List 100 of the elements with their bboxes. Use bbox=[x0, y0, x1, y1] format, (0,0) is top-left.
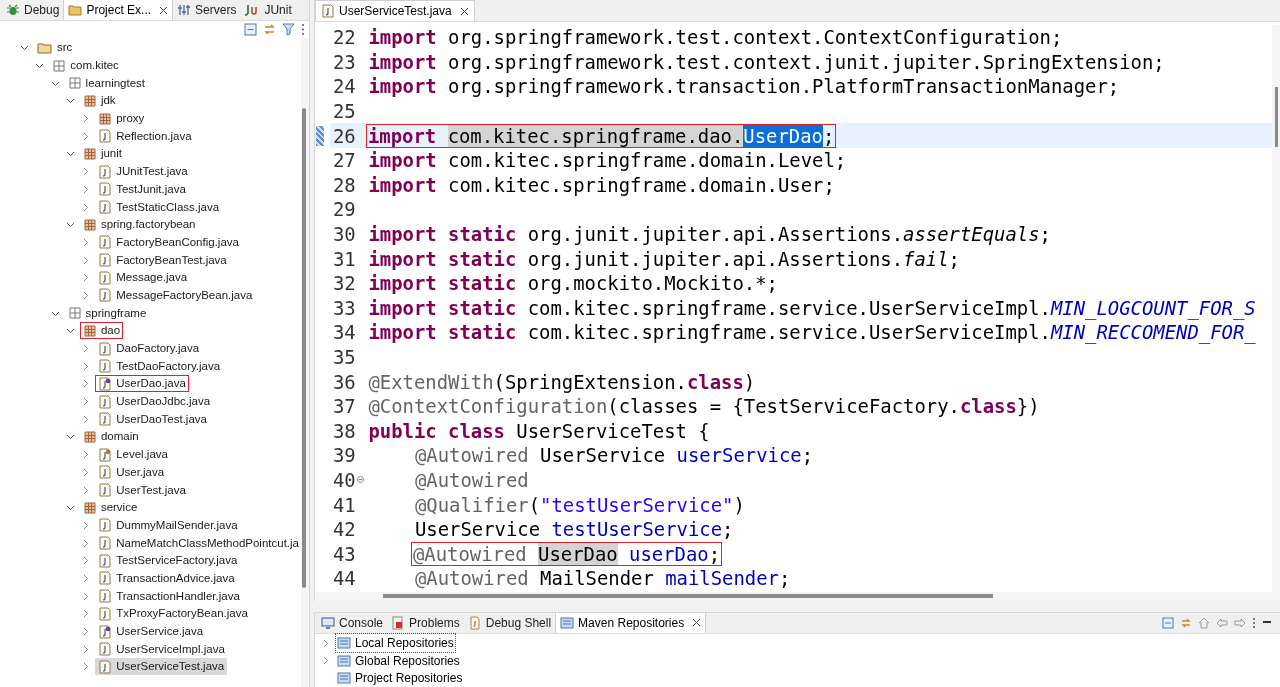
tree-item[interactable]: src bbox=[34, 39, 76, 57]
java-file-icon bbox=[98, 642, 113, 657]
view-tab[interactable]: Project Ex... bbox=[63, 0, 174, 20]
tree-item[interactable]: Local Repositories bbox=[335, 633, 456, 654]
tree-item[interactable]: learningtest bbox=[64, 74, 149, 92]
tree-item[interactable]: service bbox=[79, 499, 141, 517]
scrollbar-thumb[interactable] bbox=[1275, 87, 1278, 147]
tree-item[interactable]: UserServiceTest.java bbox=[95, 658, 228, 676]
tree-item[interactable]: DummyMailSender.java bbox=[95, 516, 241, 534]
package-icon bbox=[98, 111, 113, 126]
view-tab[interactable]: Console bbox=[317, 612, 388, 633]
tree-item[interactable]: FactoryBeanTest.java bbox=[95, 251, 230, 269]
tree-item[interactable]: proxy bbox=[95, 110, 148, 128]
java-file-icon bbox=[98, 182, 113, 197]
tree-item[interactable]: NameMatchClassMethodPointcut.ja bbox=[95, 534, 302, 552]
code-line: import static com.kitec.springframe.service.UserServiceImpl.MIN_LOGCOUNT_FOR_S bbox=[367, 295, 1257, 320]
tree-item[interactable]: UserService.java bbox=[95, 623, 207, 641]
view-tab[interactable]: JUnit bbox=[240, 0, 296, 20]
view-tab[interactable]: Problems bbox=[387, 612, 464, 633]
link-icon[interactable] bbox=[263, 23, 276, 36]
tree-item[interactable]: UserDao.java bbox=[95, 375, 189, 393]
tree-item[interactable]: domain bbox=[79, 428, 142, 446]
java-file-icon bbox=[98, 270, 113, 285]
tree-item[interactable]: DaoFactory.java bbox=[95, 340, 203, 358]
tree-item[interactable]: TxProxyFactoryBean.java bbox=[95, 605, 251, 623]
tree-item[interactable]: UserDaoJdbc.java bbox=[95, 393, 214, 411]
java-file-icon bbox=[98, 376, 113, 391]
tree-item[interactable]: TransactionHandler.java bbox=[95, 587, 243, 605]
tree-item[interactable]: UserDaoTest.java bbox=[95, 410, 210, 428]
line-number: 41 bbox=[333, 493, 356, 516]
java-file-icon bbox=[98, 394, 113, 409]
tree-item[interactable]: Level.java bbox=[95, 446, 171, 464]
tree-item[interactable]: TestDaoFactory.java bbox=[95, 357, 224, 375]
close-icon[interactable] bbox=[459, 6, 469, 16]
code-line: @Autowired bbox=[414, 468, 530, 492]
code-line: UserService testUserService; bbox=[414, 517, 735, 542]
tree-item[interactable]: JUnitTest.java bbox=[95, 163, 191, 181]
code-line: @ExtendWith(SpringExtension.class) bbox=[367, 369, 757, 394]
line-number: 43 bbox=[333, 542, 356, 565]
tree-item[interactable]: UserServiceImpl.java bbox=[95, 640, 228, 658]
back-icon[interactable] bbox=[1216, 616, 1228, 629]
java-file-icon bbox=[98, 518, 113, 533]
tree-item[interactable]: TransactionAdvice.java bbox=[95, 569, 238, 587]
link-icon[interactable] bbox=[1180, 616, 1192, 629]
java-file-icon bbox=[98, 235, 113, 250]
scrollbar-thumb[interactable] bbox=[383, 594, 993, 599]
java-file-icon bbox=[98, 129, 113, 144]
forward-icon[interactable] bbox=[1234, 616, 1246, 629]
chevron-down-icon[interactable] bbox=[65, 149, 75, 159]
tree-item[interactable]: springframe bbox=[64, 304, 150, 322]
filter-icon[interactable] bbox=[282, 23, 295, 36]
tree-item[interactable]: TestJunit.java bbox=[95, 180, 189, 198]
package-icon bbox=[67, 76, 82, 91]
tree-item[interactable]: UserTest.java bbox=[95, 481, 189, 499]
view-tab[interactable]: Servers bbox=[173, 0, 241, 20]
editor-tab[interactable]: UserServiceTest.java bbox=[315, 0, 475, 21]
more-icon[interactable] bbox=[301, 23, 305, 36]
tree-item[interactable]: spring.factorybean bbox=[79, 216, 199, 234]
chevron-down-icon[interactable] bbox=[65, 432, 75, 442]
chevron-down-icon[interactable] bbox=[65, 503, 75, 513]
tree-item[interactable]: dao bbox=[79, 322, 124, 340]
scrollbar-thumb[interactable] bbox=[302, 108, 306, 588]
more-icon[interactable] bbox=[1252, 616, 1256, 629]
tree-item[interactable]: Message.java bbox=[95, 269, 191, 287]
home-icon[interactable] bbox=[1198, 616, 1210, 629]
tree-item[interactable]: com.kitec bbox=[49, 57, 122, 75]
collapse-all-icon[interactable] bbox=[244, 23, 257, 36]
repository-icon bbox=[337, 653, 351, 668]
change-marker bbox=[316, 125, 324, 146]
tree-item[interactable]: FactoryBeanConfig.java bbox=[95, 233, 242, 251]
java-file-icon bbox=[98, 288, 113, 303]
view-tab[interactable]: Maven Repositories bbox=[555, 612, 707, 633]
java-file-icon bbox=[98, 359, 113, 374]
close-icon[interactable] bbox=[159, 5, 169, 15]
line-number: 26 bbox=[333, 124, 356, 147]
code-line: public class UserServiceTest { bbox=[367, 418, 711, 443]
fold-icon[interactable] bbox=[356, 476, 364, 484]
bug-icon bbox=[6, 3, 20, 17]
line-number: 29 bbox=[333, 198, 356, 221]
code-line: import org.springframework.test.context.junit.jupiter.SpringExtension; bbox=[367, 49, 1166, 74]
tree-item[interactable]: junit bbox=[79, 145, 125, 163]
collapse-all-icon[interactable] bbox=[1162, 616, 1174, 629]
view-tab[interactable]: Debug bbox=[2, 0, 64, 20]
tree-item[interactable]: MessageFactoryBean.java bbox=[95, 286, 256, 304]
tree-item[interactable]: TestStaticClass.java bbox=[95, 198, 223, 216]
package-icon bbox=[82, 93, 97, 108]
folder-icon bbox=[68, 3, 83, 17]
chevron-down-icon[interactable] bbox=[65, 220, 75, 230]
tree-item[interactable]: User.java bbox=[95, 463, 168, 481]
java-file-icon bbox=[321, 4, 335, 18]
tree-item[interactable]: Reflection.java bbox=[95, 127, 195, 145]
tree-item[interactable]: jdk bbox=[79, 92, 119, 110]
close-icon[interactable] bbox=[692, 618, 702, 627]
tree-item[interactable]: TestServiceFactory.java bbox=[95, 552, 241, 570]
line-number: 34 bbox=[333, 321, 356, 344]
view-tab[interactable]: Debug Shell bbox=[463, 612, 556, 633]
java-file-icon bbox=[98, 483, 113, 498]
tree-item[interactable]: Project Repositories bbox=[335, 668, 465, 687]
java-file-icon bbox=[98, 659, 113, 674]
code-line: @Autowired MailSender mailSender; bbox=[414, 566, 792, 591]
